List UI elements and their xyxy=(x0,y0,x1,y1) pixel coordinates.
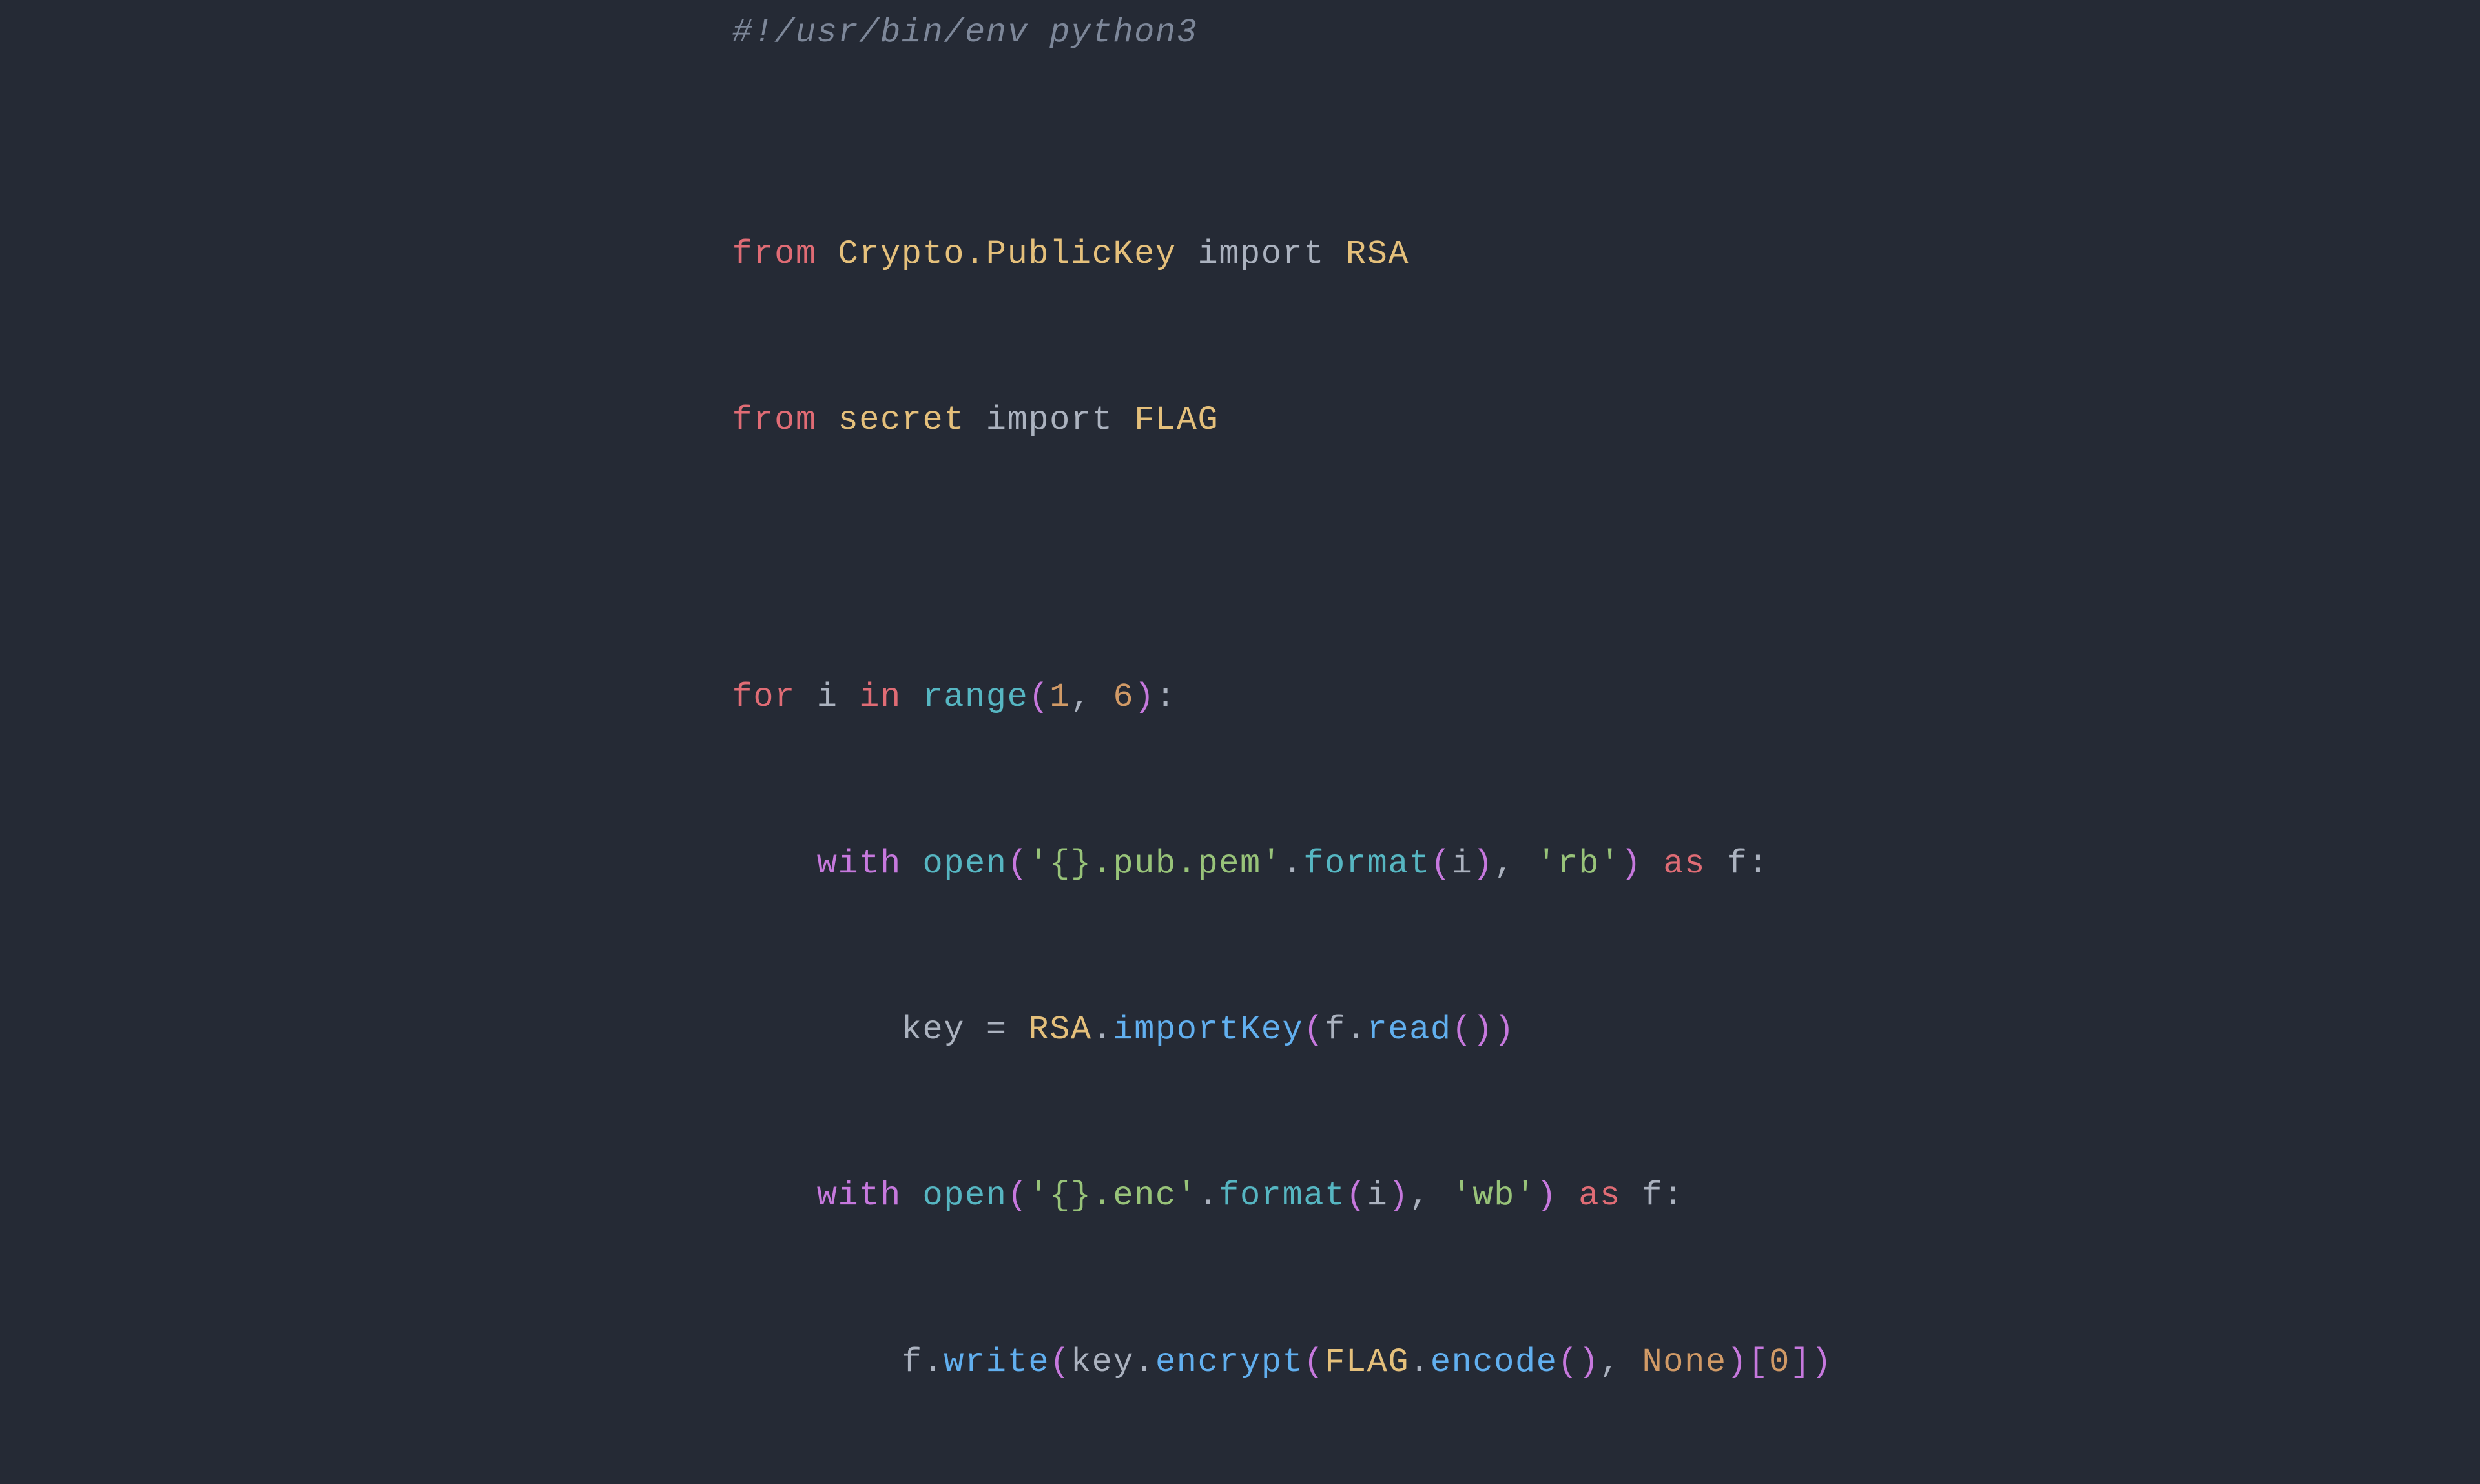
method-write: write xyxy=(944,1343,1049,1381)
paren-close3: ) xyxy=(1472,845,1494,883)
paren-open9: ( xyxy=(1303,1343,1325,1381)
line-key-assign: key = RSA.importKey(f.read()) xyxy=(648,947,1833,1113)
dot5: . xyxy=(1409,1343,1431,1381)
paren-close7: ) xyxy=(1388,1177,1409,1215)
line-with2: with open('{}.enc'.format(i), 'wb') as f… xyxy=(648,1113,1833,1279)
line-import2: from secret import FLAG xyxy=(648,337,1833,503)
kw-in: in xyxy=(859,678,922,716)
dot-format2: . xyxy=(1197,1177,1219,1215)
module-crypto: Crypto.PublicKey xyxy=(838,235,1176,273)
kw-as1: as xyxy=(1663,845,1726,883)
comma4: , xyxy=(1600,1343,1642,1381)
line-for: for i in range(1, 6): xyxy=(648,614,1833,780)
kw-import1: import xyxy=(1177,235,1346,273)
paren-close9: ) xyxy=(1727,1343,1748,1381)
dot2: . xyxy=(1346,1011,1367,1049)
kw-with1: with xyxy=(817,845,923,883)
indent1 xyxy=(732,845,817,883)
method-read: read xyxy=(1367,1011,1452,1049)
comma2: , xyxy=(1494,845,1536,883)
var-i3: i xyxy=(1367,1177,1389,1215)
colon3: : xyxy=(1663,1177,1684,1215)
method-encrypt: encrypt xyxy=(1155,1343,1303,1381)
method-importkey: importKey xyxy=(1113,1011,1303,1049)
class-flag: FLAG xyxy=(1134,401,1219,439)
kw-import2: import xyxy=(965,401,1134,439)
eq1: = xyxy=(986,1011,1029,1049)
paren-close1: ) xyxy=(1134,678,1155,716)
builtin-range: range xyxy=(923,678,1029,716)
str-wb: 'wb' xyxy=(1452,1177,1536,1215)
dot-format1: . xyxy=(1283,845,1304,883)
bracket-open1: [ xyxy=(1748,1343,1769,1381)
paren-close5: ) xyxy=(1472,1011,1494,1049)
var-f2: f xyxy=(1325,1011,1346,1049)
line-with1: with open('{}.pub.pem'.format(i), 'rb') … xyxy=(648,781,1833,947)
paren-open4: ( xyxy=(1303,1011,1325,1049)
builtin-open2: open xyxy=(923,1177,1008,1215)
line-shebang: #!/usr/bin/env python3 xyxy=(648,0,1833,116)
paren-open7: ( xyxy=(1346,1177,1367,1215)
num-6: 6 xyxy=(1113,678,1134,716)
indent3 xyxy=(732,1177,817,1215)
dot1: . xyxy=(1092,1011,1113,1049)
line-import1: from Crypto.PublicKey import RSA xyxy=(648,171,1833,337)
paren-close6: ) xyxy=(1536,1177,1558,1215)
method-format1: format xyxy=(1303,845,1431,883)
sp1 xyxy=(1642,845,1664,883)
paren-open1: ( xyxy=(1028,678,1049,716)
str-pub: '{}.pub.pem' xyxy=(1028,845,1282,883)
colon1: : xyxy=(1155,678,1177,716)
str-enc: '{}.enc' xyxy=(1028,1177,1197,1215)
kw-none: None xyxy=(1642,1343,1727,1381)
class-rsa2: RSA xyxy=(1028,1011,1091,1049)
var-i2: i xyxy=(1452,845,1473,883)
var-f1: f xyxy=(1727,845,1748,883)
indent2: key xyxy=(732,1011,986,1049)
line-fwrite: f.write(key.encrypt(FLAG.encode(), None)… xyxy=(648,1279,1833,1445)
dot3: . xyxy=(923,1343,944,1381)
paren-open10: ( xyxy=(1557,1343,1578,1381)
var-key: key xyxy=(1071,1343,1134,1381)
num-0: 0 xyxy=(1769,1343,1790,1381)
paren-close2: ) xyxy=(1621,845,1642,883)
code-container: #!/usr/bin/env python3 from Crypto.Publi… xyxy=(596,0,1885,1484)
paren-open2: ( xyxy=(1008,845,1029,883)
module-secret: secret xyxy=(838,401,965,439)
method-encode: encode xyxy=(1431,1343,1558,1381)
kw-from2: from xyxy=(732,401,838,439)
line-empty2 xyxy=(648,504,1833,559)
paren-close4: ) xyxy=(1494,1011,1515,1049)
builtin-open1: open xyxy=(923,845,1008,883)
class-rsa: RSA xyxy=(1346,235,1409,273)
paren-open6: ( xyxy=(1008,1177,1029,1215)
shebang-comment: #!/usr/bin/env python3 xyxy=(732,14,1198,52)
paren-open3: ( xyxy=(1431,845,1452,883)
kw-for: for xyxy=(732,678,817,716)
paren-open5: ( xyxy=(1452,1011,1473,1049)
comma1: , xyxy=(1071,678,1113,716)
kw-as2: as xyxy=(1578,1177,1642,1215)
sp2 xyxy=(1557,1177,1578,1215)
bracket-close1: ] xyxy=(1790,1343,1812,1381)
num-1: 1 xyxy=(1049,678,1071,716)
method-format2: format xyxy=(1219,1177,1346,1215)
paren-close8: ) xyxy=(1812,1343,1833,1381)
kw-with2: with xyxy=(817,1177,923,1215)
str-rb: 'rb' xyxy=(1536,845,1621,883)
colon2: : xyxy=(1748,845,1769,883)
var-f3: f xyxy=(1642,1177,1664,1215)
paren-close10: ) xyxy=(1578,1343,1600,1381)
var-i1: i xyxy=(817,678,860,716)
class-flag2: FLAG xyxy=(1325,1343,1409,1381)
kw-from1: from xyxy=(732,235,838,273)
dot4: . xyxy=(1134,1343,1155,1381)
paren-open8: ( xyxy=(1049,1343,1071,1381)
indent4: f xyxy=(732,1343,923,1381)
line-empty3 xyxy=(648,559,1833,615)
comma3: , xyxy=(1409,1177,1452,1215)
line-empty1 xyxy=(648,116,1833,171)
